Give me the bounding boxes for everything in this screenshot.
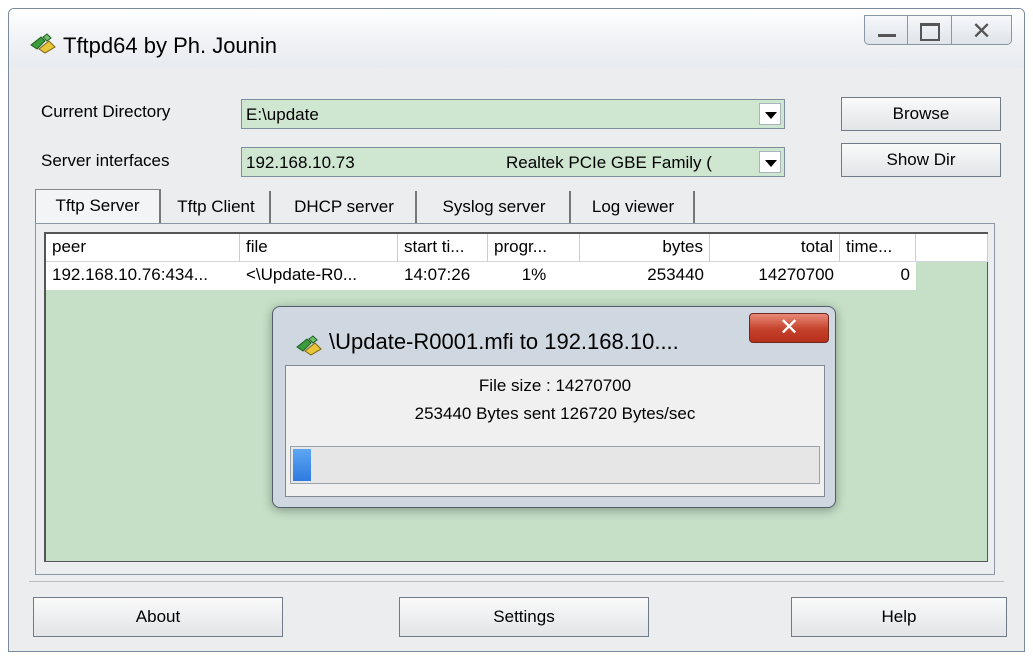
dropdown-arrow-icon[interactable] xyxy=(759,103,781,125)
column-start-time[interactable]: start ti... xyxy=(398,234,488,262)
tab-tftp-client[interactable]: Tftp Client xyxy=(163,191,271,225)
dialog-title: \Update-R0001.mfi to 192.168.10.... xyxy=(329,329,679,354)
maximize-icon xyxy=(920,23,940,41)
dialog-app-icon xyxy=(296,335,322,356)
server-interfaces-adapter: Realtek PCIe GBE Family ( xyxy=(506,153,712,172)
close-icon: ✕ xyxy=(971,17,992,45)
minimize-button[interactable] xyxy=(864,15,908,45)
browse-button[interactable]: Browse xyxy=(841,97,1001,131)
minimize-icon xyxy=(878,34,896,37)
dropdown-arrow-icon[interactable] xyxy=(759,151,781,173)
close-button[interactable]: ✕ xyxy=(952,15,1012,45)
dialog-close-button[interactable]: ✕ xyxy=(749,313,829,343)
progress-fill xyxy=(293,449,311,481)
column-bytes[interactable]: bytes xyxy=(580,234,710,262)
cell-progress: 1% xyxy=(488,262,580,290)
cell-time: 0 xyxy=(840,262,916,290)
tab-dhcp-server[interactable]: DHCP server xyxy=(273,191,417,225)
current-directory-label: Current Directory xyxy=(41,102,171,121)
column-total[interactable]: total xyxy=(710,234,840,262)
tftpd-app-icon xyxy=(30,33,56,54)
transfer-progress-bar xyxy=(290,446,820,484)
window-title: Tftpd64 by Ph. Jounin xyxy=(63,33,278,58)
column-file[interactable]: file xyxy=(240,234,398,262)
column-time[interactable]: time... xyxy=(840,234,916,262)
cell-start-time: 14:07:26 xyxy=(398,262,488,290)
server-interfaces-label: Server interfaces xyxy=(41,151,170,170)
current-directory-combo[interactable]: E:\update xyxy=(241,99,785,129)
separator xyxy=(29,581,1004,582)
column-progress[interactable]: progr... xyxy=(488,234,580,262)
settings-button[interactable]: Settings xyxy=(399,597,649,637)
title-bar: Tftpd64 by Ph. Jounin ✕ xyxy=(9,9,1024,67)
tab-tftp-server[interactable]: Tftp Server xyxy=(35,189,161,225)
column-filler xyxy=(916,234,988,262)
maximize-button[interactable] xyxy=(908,15,952,45)
about-button[interactable]: About xyxy=(33,597,283,637)
dialog-body: File size : 14270700 253440 Bytes sent 1… xyxy=(285,365,825,497)
cell-bytes: 253440 xyxy=(580,262,710,290)
help-button[interactable]: Help xyxy=(791,597,1007,637)
cell-peer: 192.168.10.76:434... xyxy=(46,262,240,290)
cell-file: <\Update-R0... xyxy=(240,262,398,290)
server-interfaces-ip: 192.168.10.73 xyxy=(246,153,355,172)
close-icon: ✕ xyxy=(778,313,800,341)
tab-log-viewer[interactable]: Log viewer xyxy=(573,191,695,225)
server-interfaces-combo[interactable]: 192.168.10.73 Realtek PCIe GBE Family ( xyxy=(241,147,785,177)
transfer-progress-dialog: \Update-R0001.mfi to 192.168.10.... ✕ Fi… xyxy=(272,306,836,508)
cell-total: 14270700 xyxy=(710,262,840,290)
transfer-status-text: 253440 Bytes sent 126720 Bytes/sec xyxy=(414,404,696,423)
list-header: peer file start ti... progr... bytes tot… xyxy=(46,234,988,262)
current-directory-value: E:\update xyxy=(246,105,319,124)
window-controls: ✕ xyxy=(864,15,1012,45)
tab-syslog-server[interactable]: Syslog server xyxy=(419,191,571,225)
column-peer[interactable]: peer xyxy=(46,234,240,262)
show-dir-button[interactable]: Show Dir xyxy=(841,143,1001,177)
file-size-text: File size : 14270700 xyxy=(478,376,632,395)
